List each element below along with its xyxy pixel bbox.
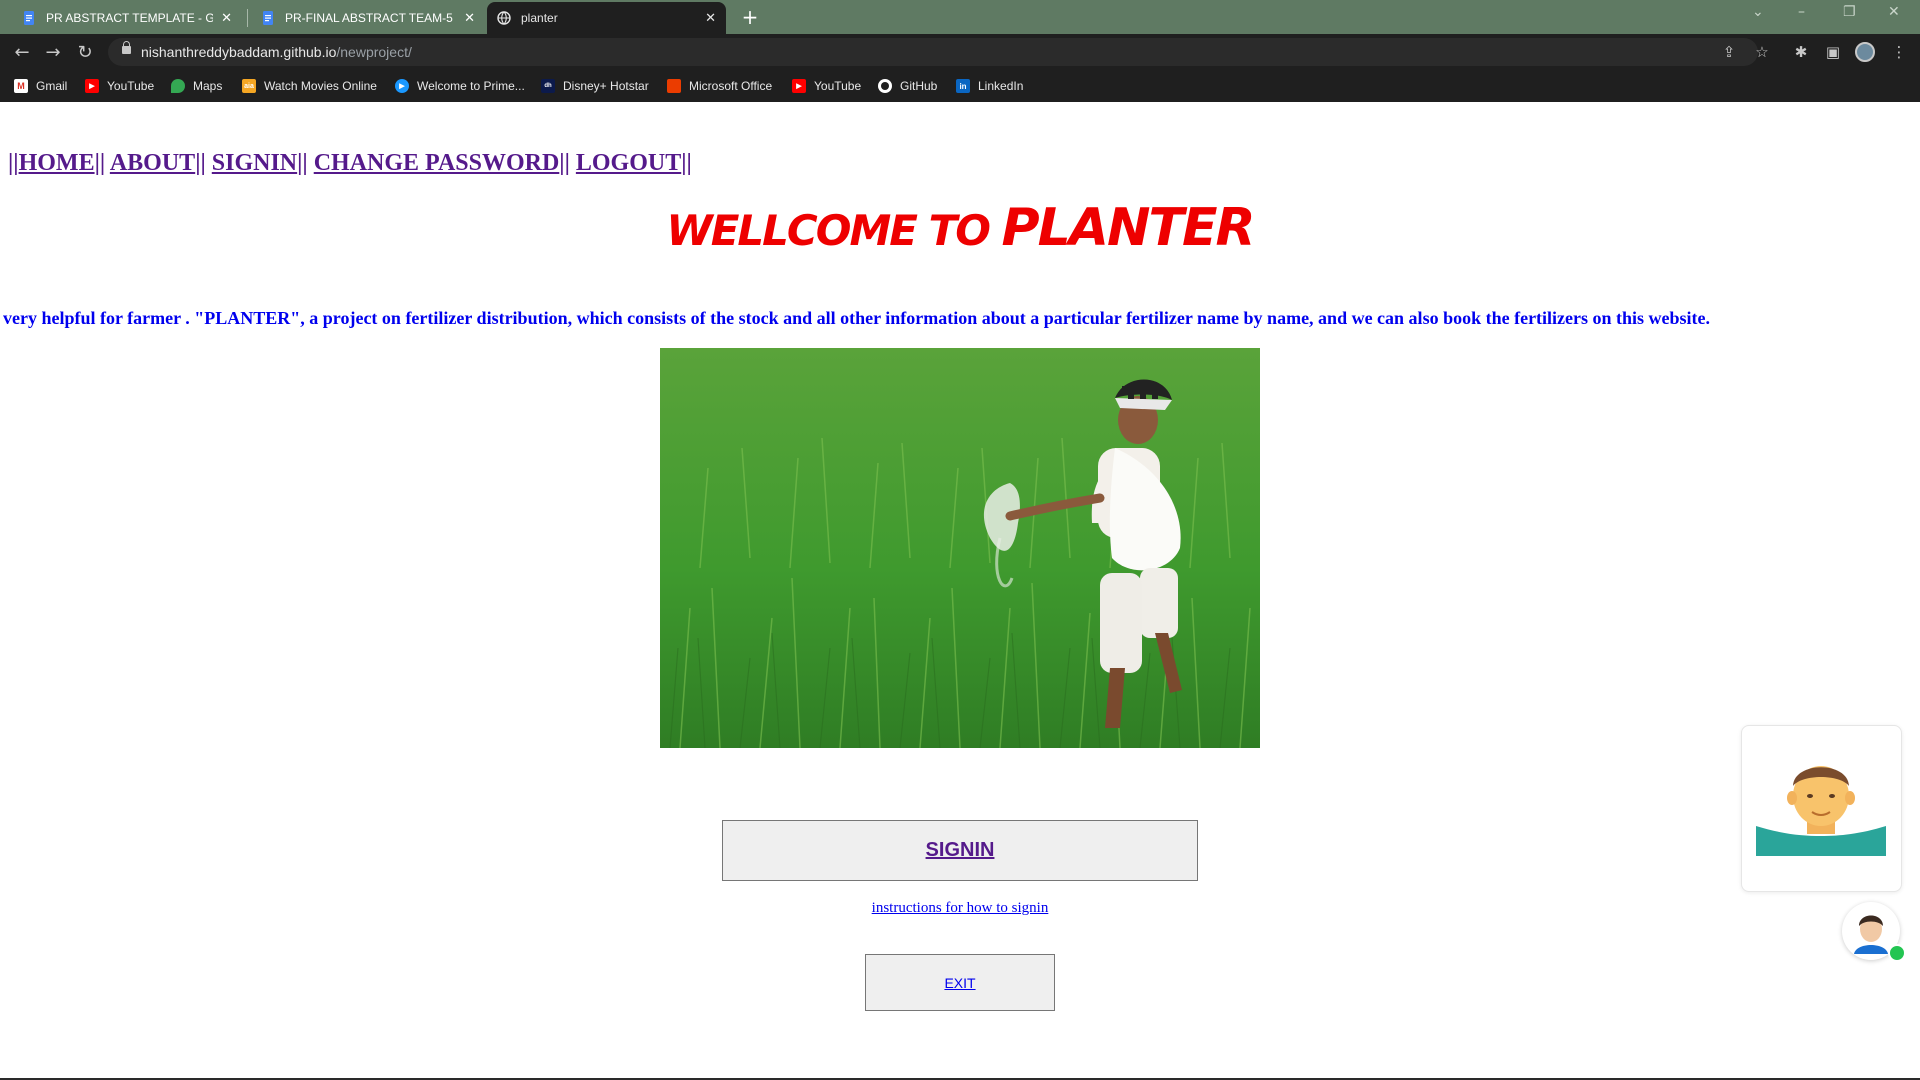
browser-tab-planter[interactable]: planter ✕ (487, 2, 726, 34)
tab-close-icon[interactable]: ✕ (705, 11, 716, 26)
bookmark-label: Disney+ Hotstar (563, 79, 649, 93)
window-close-icon[interactable]: ✕ (1888, 4, 1900, 20)
bookmark-watch-movies[interactable]: aia Watch Movies Online (242, 77, 377, 95)
google-docs-icon (24, 11, 34, 25)
bookmark-label: Welcome to Prime... (417, 79, 525, 93)
browser-tab-strip: PR ABSTRACT TEMPLATE - Goog ✕ PR-FINAL A… (0, 0, 1920, 34)
tab-divider (247, 9, 248, 27)
bookmark-linkedin[interactable]: in LinkedIn (956, 77, 1023, 95)
signin-button[interactable]: SIGNIN (722, 820, 1198, 881)
browser-tab-pr-abstract-template[interactable]: PR ABSTRACT TEMPLATE - Goog ✕ (12, 2, 242, 34)
online-status-dot (1888, 944, 1906, 962)
forward-arrow-icon[interactable]: → (41, 34, 65, 71)
reload-icon[interactable]: ↻ (73, 34, 97, 71)
new-tab-plus-icon[interactable]: + (738, 4, 762, 30)
nav-link-signin[interactable]: SIGNIN (212, 150, 297, 176)
tab-title: PR-FINAL ABSTRACT TEAM-5 - G (285, 11, 457, 25)
bookmark-youtube[interactable]: ▶ YouTube (85, 77, 154, 95)
exit-button[interactable]: EXIT (865, 954, 1055, 1011)
top-navigation: ||HOME|| ABOUT|| SIGNIN|| CHANGE PASSWOR… (8, 150, 692, 177)
globe-icon (497, 11, 511, 25)
back-arrow-icon[interactable]: ← (10, 34, 34, 71)
bookmark-prime[interactable]: ▶ Welcome to Prime... (395, 77, 525, 95)
side-panel-icon[interactable]: ▣ (1822, 41, 1844, 63)
minimize-icon[interactable]: – (1798, 4, 1805, 20)
bookmark-label: Watch Movies Online (264, 79, 377, 93)
bookmark-label: Gmail (36, 79, 68, 93)
bookmark-label: Maps (193, 79, 223, 93)
youtube-icon: ▶ (792, 79, 806, 93)
bookmark-label: LinkedIn (978, 79, 1024, 93)
url-text[interactable]: nishanthreddybaddam.github.io/newproject… (141, 44, 412, 60)
restore-icon[interactable]: ❐ (1843, 4, 1856, 20)
nav-separator: || (559, 150, 570, 176)
hotstar-icon: dh (541, 79, 555, 93)
bookmark-label: GitHub (900, 79, 938, 93)
welcome-prefix: WELLCOME TO (666, 206, 1002, 255)
tab-close-icon[interactable]: ✕ (464, 11, 475, 26)
extensions-puzzle-icon[interactable]: ✱ (1790, 41, 1812, 63)
welcome-heading: WELLCOME TO PLANTER (0, 198, 1920, 258)
nav-link-about[interactable]: ABOUT (110, 150, 195, 176)
nav-link-change-password[interactable]: CHANGE PASSWORD (314, 150, 560, 176)
web-page: ||HOME|| ABOUT|| SIGNIN|| CHANGE PASSWOR… (0, 102, 1920, 1078)
movies-icon: aia (242, 79, 256, 93)
nav-separator: || (195, 150, 206, 176)
nav-separator: || (94, 150, 106, 176)
farmer-spreading-fertilizer-image (660, 348, 1260, 748)
agent-avatar-icon (1756, 766, 1886, 856)
bookmark-star-icon[interactable]: ☆ (1751, 41, 1773, 63)
tab-search-chevron-icon[interactable]: ⌄ (1752, 4, 1764, 20)
bookmark-youtube-2[interactable]: ▶ YouTube (792, 77, 861, 95)
url-domain: nishanthreddybaddam.github.io (141, 44, 337, 60)
welcome-brand: PLANTER (1001, 198, 1256, 258)
bookmark-label: YouTube (814, 79, 862, 93)
profile-avatar[interactable] (1855, 42, 1875, 62)
bookmark-label: Microsoft Office (689, 79, 773, 93)
gmail-icon: M (14, 79, 28, 93)
tab-title: PR ABSTRACT TEMPLATE - Goog (46, 11, 214, 25)
github-icon (878, 79, 892, 93)
browser-menu-icon[interactable]: ⋮ (1888, 41, 1910, 63)
bookmark-hotstar[interactable]: dh Disney+ Hotstar (541, 77, 649, 95)
nav-separator: || (8, 150, 19, 176)
bookmark-label: YouTube (107, 79, 155, 93)
share-icon[interactable]: ⇪ (1718, 41, 1740, 63)
chat-widget-card[interactable] (1741, 725, 1902, 892)
marquee-text: ch is very helpful for farmer . "PLANTER… (0, 308, 1711, 328)
google-docs-icon (263, 11, 273, 25)
office-icon (667, 79, 681, 93)
nav-separator: || (297, 150, 308, 176)
nav-link-logout[interactable]: LOGOUT (576, 150, 681, 176)
lock-icon[interactable] (122, 41, 131, 54)
bookmark-github[interactable]: GitHub (878, 77, 937, 95)
bookmark-microsoft-office[interactable]: Microsoft Office (667, 77, 772, 95)
instructions-container: instructions for how to signin (0, 900, 1920, 917)
tab-title: planter (521, 11, 558, 25)
tab-close-icon[interactable]: ✕ (221, 11, 232, 26)
bookmark-gmail[interactable]: M Gmail (14, 77, 67, 95)
instructions-link[interactable]: instructions for how to signin (872, 900, 1049, 916)
linkedin-icon: in (956, 79, 970, 93)
bookmark-maps[interactable]: Maps (171, 77, 222, 95)
scrolling-marquee: ch is very helpful for farmer . "PLANTER… (0, 308, 1920, 329)
nav-separator: || (681, 150, 692, 176)
nav-link-home[interactable]: HOME (19, 150, 95, 176)
url-path: /newproject/ (336, 44, 412, 60)
browser-tab-pr-final-abstract[interactable]: PR-FINAL ABSTRACT TEAM-5 - G ✕ (251, 2, 485, 34)
prime-video-icon: ▶ (395, 79, 409, 93)
youtube-icon: ▶ (85, 79, 99, 93)
maps-icon (171, 79, 185, 93)
